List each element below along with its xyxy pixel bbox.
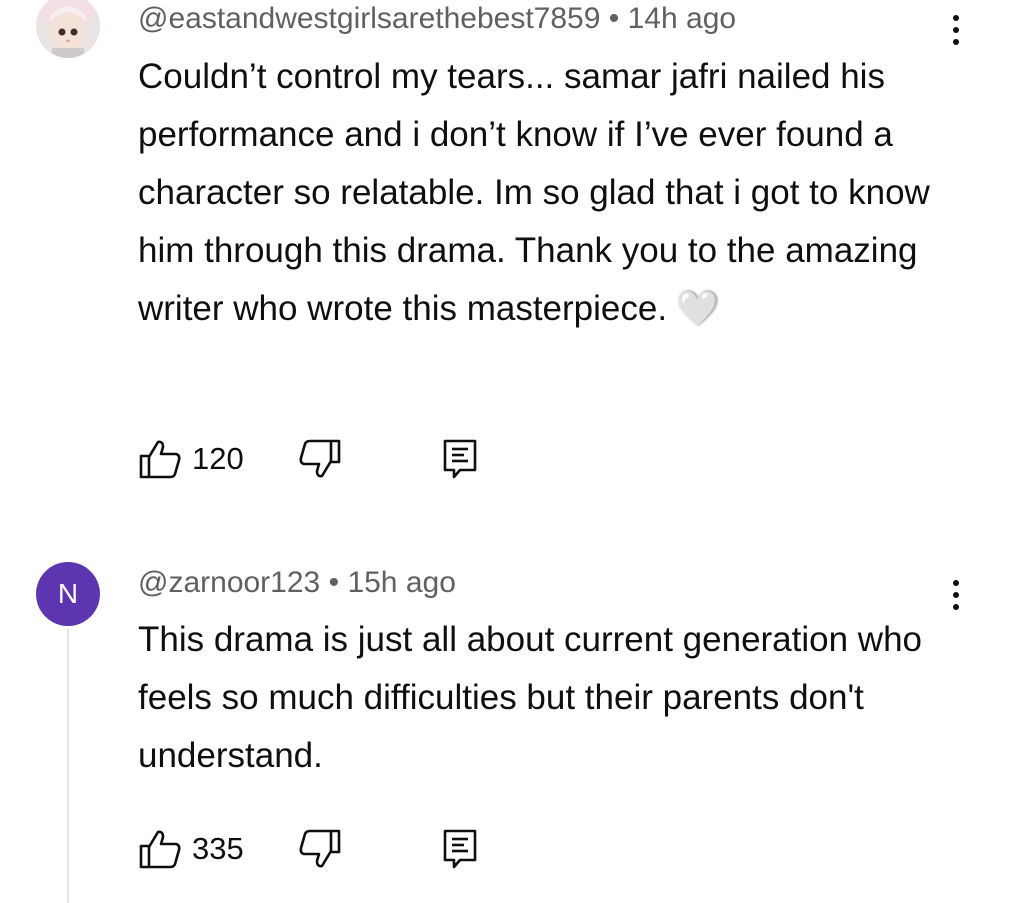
comment-meta: @eastandwestgirlsarethebest7859 • 14h ag… <box>138 2 736 36</box>
like-count: 120 <box>192 441 244 476</box>
separator-dot: • <box>328 566 340 599</box>
white-heart-emoji: 🤍 <box>676 289 721 328</box>
thumbs-up-icon <box>139 440 181 479</box>
like-count: 335 <box>192 831 244 866</box>
comment-actions: 120 <box>138 437 558 481</box>
more-vertical-icon[interactable] <box>944 10 968 50</box>
author-handle[interactable]: @eastandwestgirlsarethebest7859 <box>138 2 600 35</box>
reply-icon <box>443 439 477 479</box>
thumbs-down-icon <box>299 439 341 478</box>
doll-avatar-image <box>36 0 100 58</box>
thumbs-up-icon <box>139 830 181 869</box>
like-button[interactable]: 120 <box>138 437 244 481</box>
more-vertical-icon[interactable] <box>944 575 968 615</box>
thread-line <box>67 628 69 903</box>
reply-button[interactable] <box>442 437 478 481</box>
avatar-letter: N <box>57 578 79 609</box>
dislike-button[interactable] <box>298 437 342 481</box>
timestamp: 14h ago <box>627 2 737 35</box>
author-handle[interactable]: @zarnoor123 <box>138 566 320 599</box>
avatar[interactable] <box>36 0 100 58</box>
comment-text: Couldn’t control my tears... samar jafri… <box>138 57 930 328</box>
comment-text: This drama is just all about current gen… <box>138 620 923 775</box>
avatar[interactable]: N <box>36 562 100 626</box>
reply-icon <box>443 829 477 869</box>
thumbs-down-icon <box>299 829 341 868</box>
reply-button[interactable] <box>442 827 478 871</box>
separator-dot: • <box>608 2 620 35</box>
like-button[interactable]: 335 <box>138 827 244 871</box>
timestamp: 15h ago <box>347 566 456 599</box>
comment-meta: @zarnoor123 • 15h ago <box>138 566 456 600</box>
comment-actions: 335 <box>138 827 558 871</box>
dislike-button[interactable] <box>298 827 342 871</box>
